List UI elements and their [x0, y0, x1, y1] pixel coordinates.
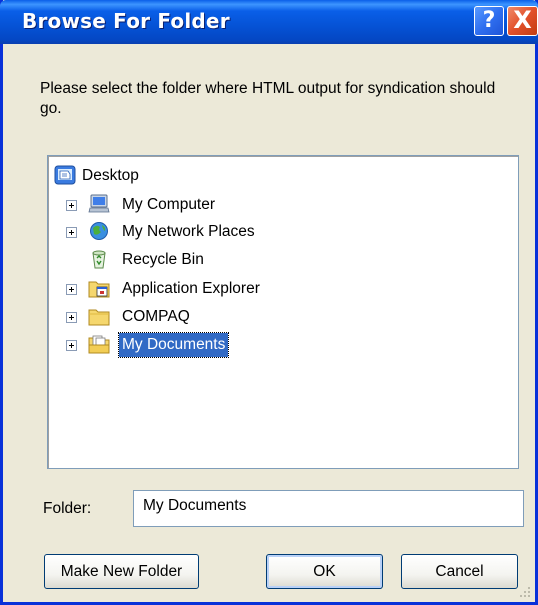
expand-plus-icon[interactable]	[66, 284, 77, 295]
folder-input[interactable]: My Documents	[133, 490, 524, 527]
tree-item-label: Desktop	[82, 167, 139, 184]
make-new-folder-button[interactable]: Make New Folder	[44, 554, 199, 589]
expand-plus-icon[interactable]	[66, 227, 77, 238]
folder-icon	[88, 309, 110, 326]
help-icon: ?	[482, 8, 496, 33]
expand-plus-icon[interactable]	[66, 340, 77, 351]
cancel-button[interactable]: Cancel	[401, 554, 518, 589]
my-computer-icon	[88, 194, 110, 213]
ok-button[interactable]: OK	[266, 554, 383, 589]
ok-label: OK	[313, 563, 336, 580]
network-places-icon	[90, 222, 108, 240]
tree-item-label: My Network Places	[122, 223, 255, 240]
tree-item-label: My Documents	[117, 332, 230, 358]
recycle-bin-icon	[92, 250, 106, 269]
folder-tree[interactable]: Desktop My Computer My Network Places Re…	[47, 155, 519, 469]
my-documents-icon	[88, 335, 110, 354]
resize-grip-icon[interactable]	[519, 586, 531, 598]
folder-label: Folder:	[43, 500, 92, 517]
close-button[interactable]: X	[507, 6, 538, 36]
expand-plus-icon[interactable]	[66, 200, 77, 211]
tree-item-label: My Computer	[122, 196, 216, 213]
tree-item-label: Application Explorer	[122, 280, 260, 297]
close-icon: X	[513, 6, 532, 34]
tree-item-label: Recycle Bin	[122, 251, 204, 268]
dialog-title: Browse For Folder	[22, 9, 230, 33]
desktop-icon	[54, 165, 76, 185]
instruction-text: Please select the folder where HTML outp…	[40, 80, 496, 117]
cancel-label: Cancel	[435, 563, 484, 580]
application-folder-icon	[88, 281, 110, 298]
browse-for-folder-dialog: Browse For Folder ? X Please select the …	[0, 0, 538, 605]
make-new-folder-label: Make New Folder	[60, 563, 183, 580]
title-bar[interactable]: Browse For Folder ? X	[0, 0, 538, 44]
tree-item-label: COMPAQ	[122, 308, 190, 325]
help-button[interactable]: ?	[474, 6, 504, 36]
expand-plus-icon[interactable]	[66, 312, 77, 323]
